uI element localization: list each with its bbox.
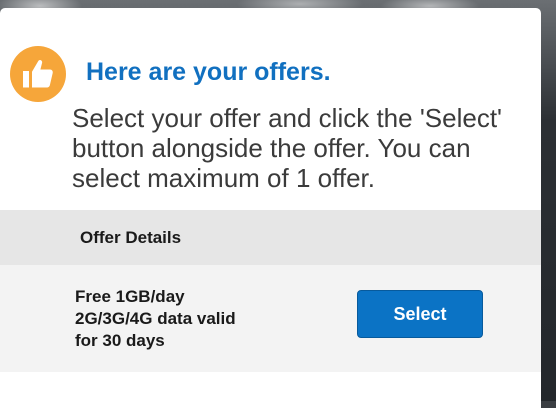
dialog-title: Here are your offers. xyxy=(86,58,331,86)
offer-row: Free 1GB/day 2G/3G/4G data valid for 30 … xyxy=(0,265,541,372)
column-offer-details: Offer Details xyxy=(80,228,182,247)
thumbs-up-icon xyxy=(10,46,66,102)
select-offer-button[interactable]: Select xyxy=(357,290,483,338)
offer-description: Free 1GB/day 2G/3G/4G data valid for 30 … xyxy=(75,287,236,350)
dialog-instructions: Select your offer and click the 'Select'… xyxy=(72,103,503,193)
offers-table-header: Offer Details xyxy=(0,210,541,265)
offers-dialog: Here are your offers. Select your offer … xyxy=(0,8,541,408)
